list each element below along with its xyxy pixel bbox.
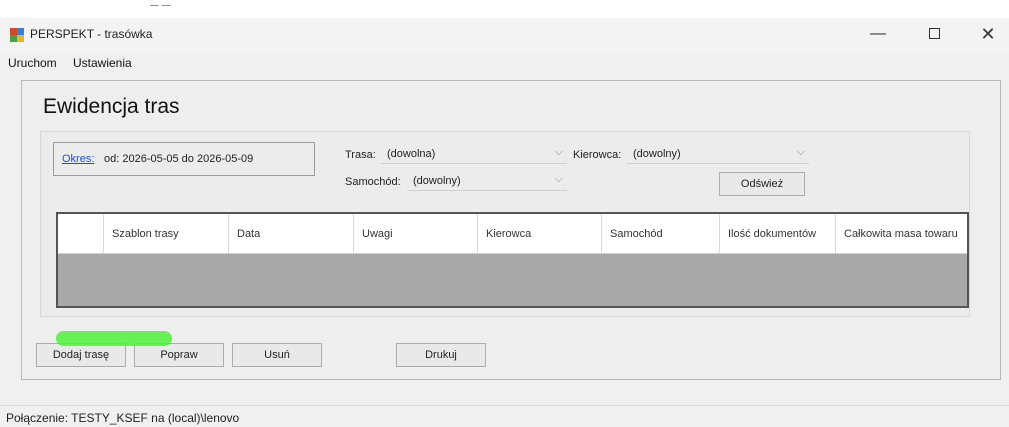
status-bar: Połączenie: TESTY_KSEF na (local)\lenovo [0,405,1009,427]
edit-button[interactable]: Popraw [134,343,224,367]
route-select[interactable]: (dowolna) ⌵ [381,145,567,164]
background-document-strip: ─ ─ ▔▔▔▔ ▔▔ ▔▔▔▔ ▔▔▔▔▔▔ ▔▔▔▔▔▔▔▔▔ ▔▔▔ ▔▔… [0,0,1009,18]
row-header-column [58,214,104,254]
car-label: Samochód: [345,176,401,188]
title-bar: PERSPEKT - trasówka — ✕ [0,18,1009,52]
highlight-marker [56,331,172,346]
route-label: Trasa: [345,149,376,161]
filters-area: Okres: od: 2026-05-05 do 2026-05-09 Tras… [40,131,970,317]
app-window: PERSPEKT - trasówka — ✕ Uruchom Ustawien… [0,18,1009,427]
table-header: Szablon trasy Data Uwagi Kierowca Samoch… [58,214,967,254]
background-artifact: ─ ─ [150,0,171,12]
add-route-button[interactable]: Dodaj trasę [36,343,126,367]
period-box: Okres: od: 2026-05-05 do 2026-05-09 [53,142,315,176]
column-header[interactable]: Data [229,214,354,254]
page-title: Ewidencja tras [43,95,180,118]
driver-select[interactable]: (dowolny) ⌵ [627,145,809,164]
menu-bar: Uruchom Ustawienia [0,52,1009,74]
chevron-down-icon: ⌵ [796,146,805,158]
print-button[interactable]: Drukuj [396,343,486,367]
driver-select-value: (dowolny) [633,148,681,160]
period-link[interactable]: Okres: [62,153,94,165]
driver-label: Kierowca: [573,149,622,161]
delete-button[interactable]: Usuń [232,343,322,367]
background-text-fragment: ▔▔▔▔ ▔▔ ▔▔▔▔ ▔▔▔▔▔▔ ▔▔▔▔▔▔▔▔▔ ▔▔▔ ▔▔▔▔▔▔… [330,0,907,13]
connection-status: Połączenie: TESTY_KSEF na (local)\lenovo [6,411,240,425]
column-header[interactable]: Ilość dokumentów [720,214,836,254]
window-title: PERSPEKT - trasówka [30,27,153,41]
app-icon [10,28,24,42]
column-header[interactable]: Całkowita masa towaru [836,214,967,254]
period-range: od: 2026-05-05 do 2026-05-09 [104,153,254,165]
maximize-icon [928,28,940,40]
menu-item-run[interactable]: Uruchom [8,56,57,70]
column-header[interactable]: Kierowca [478,214,602,254]
column-header[interactable]: Samochód [602,214,720,254]
menu-item-settings[interactable]: Ustawienia [73,56,132,70]
refresh-button[interactable]: Odśwież [719,172,805,196]
chevron-down-icon: ⌵ [554,173,563,185]
route-select-value: (dowolna) [387,148,436,160]
car-select[interactable]: (dowolny) ⌵ [407,172,567,191]
chevron-down-icon: ⌵ [554,146,563,158]
minimize-button[interactable]: — [856,18,900,50]
close-button[interactable]: ✕ [966,18,1009,50]
close-icon: ✕ [980,24,996,44]
maximize-button[interactable] [912,18,956,50]
column-header[interactable]: Szablon trasy [104,214,229,254]
minimize-icon: — [870,25,886,42]
car-select-value: (dowolny) [413,175,461,187]
routes-table: Szablon trasy Data Uwagi Kierowca Samoch… [56,212,969,308]
column-header[interactable]: Uwagi [354,214,478,254]
